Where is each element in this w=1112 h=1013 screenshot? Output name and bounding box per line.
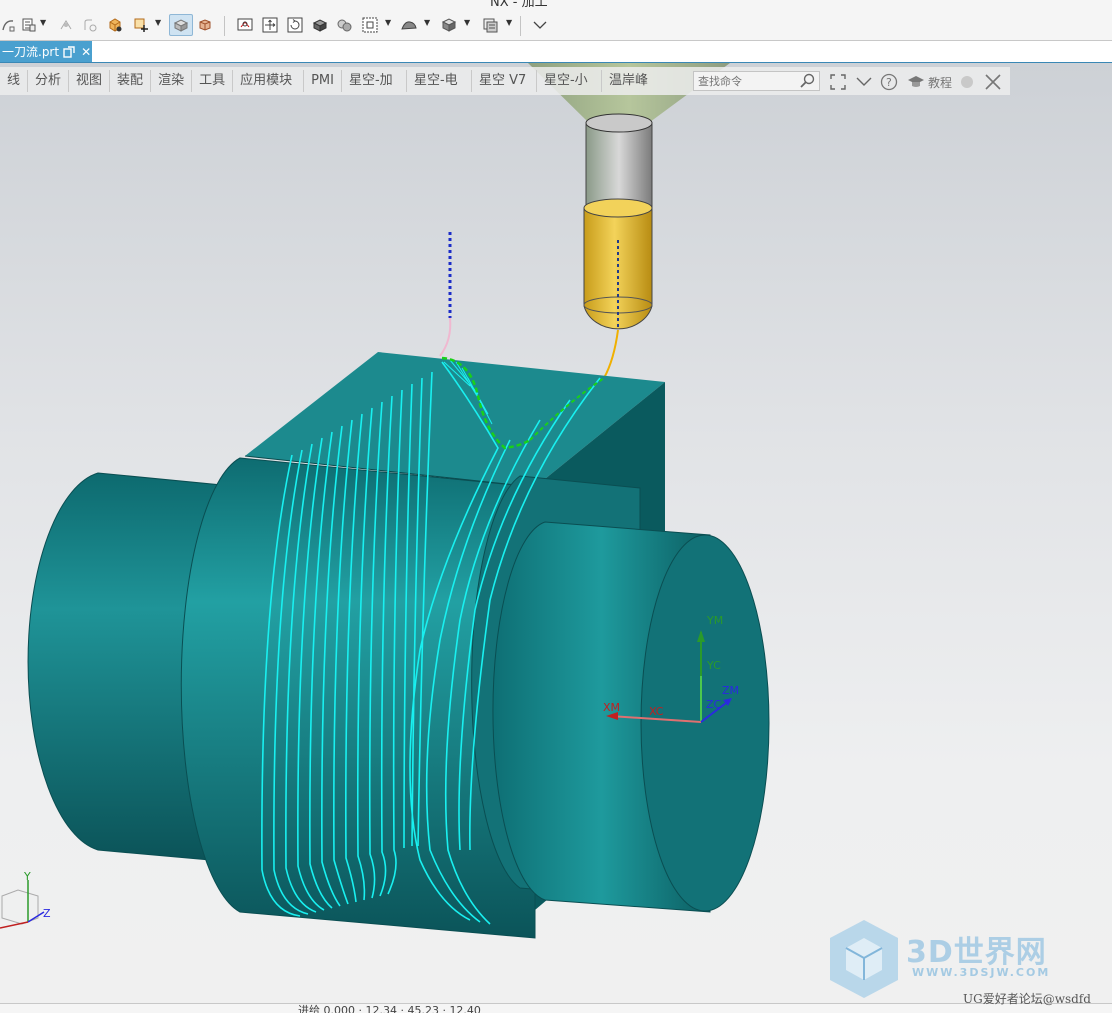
search-icon[interactable] bbox=[800, 73, 816, 89]
watermark-cube-logo bbox=[830, 920, 898, 998]
menu-item-xingkong-v7[interactable]: 星空 V7 bbox=[472, 70, 537, 92]
triad-label-y: Y bbox=[23, 870, 31, 883]
detach-tab-icon[interactable] bbox=[63, 45, 75, 58]
file-tab[interactable]: 一刀流.prt ✕ bbox=[0, 41, 92, 62]
close-tab-icon[interactable]: ✕ bbox=[81, 45, 91, 59]
view-triad bbox=[0, 880, 45, 929]
axis-label-yc: YC bbox=[706, 659, 721, 672]
status-bar: 进给 0.000 · 12.34 · 45.23 · 12.40 bbox=[0, 1003, 1112, 1013]
graphics-viewport[interactable]: YM YC XM XC ZM ZC Y Z 线 分析 视图 装配 渲染 工具 应… bbox=[0, 63, 1112, 1003]
menu-item-application[interactable]: 应用模块 bbox=[233, 70, 305, 92]
status-dot-icon bbox=[961, 76, 973, 88]
zoom-dropdown-icon[interactable]: ▼ bbox=[385, 18, 391, 27]
command-search[interactable] bbox=[693, 71, 820, 91]
curve-icon[interactable] bbox=[0, 14, 16, 36]
zoom-window-icon[interactable] bbox=[359, 14, 381, 36]
shaded-edges-icon[interactable] bbox=[309, 14, 331, 36]
triad-label-z: Z bbox=[43, 907, 51, 920]
move-dropdown-icon[interactable]: ▼ bbox=[155, 18, 161, 27]
menu-item-xingkong-3[interactable]: 星空-小 bbox=[537, 70, 602, 92]
menu-item-render[interactable]: 渲染 bbox=[151, 70, 193, 92]
pan-view-icon[interactable] bbox=[259, 14, 281, 36]
help-label[interactable]: 教程 bbox=[928, 74, 952, 91]
menu-item-xingkong-1[interactable]: 星空-加 bbox=[342, 70, 407, 92]
quick-access-toolbar: ▼ ▼ ▼ ▼ ▼ ▼ bbox=[0, 8, 1112, 41]
axis-label-zc: ZC bbox=[706, 698, 722, 711]
snap-arc-icon[interactable] bbox=[80, 14, 100, 36]
layer-settings-icon[interactable] bbox=[478, 14, 502, 36]
render-style-icon[interactable] bbox=[398, 14, 420, 36]
filter-dropdown-icon[interactable]: ▼ bbox=[40, 18, 46, 27]
title-bar: NX - 加工 bbox=[0, 0, 1112, 8]
search-input[interactable] bbox=[694, 72, 802, 90]
shaded-mode-icon[interactable] bbox=[169, 14, 193, 36]
axis-label-ym: YM bbox=[706, 614, 723, 627]
show-box-icon[interactable] bbox=[104, 14, 126, 36]
model-scene[interactable]: YM YC XM XC ZM ZC Y Z bbox=[0, 63, 1112, 1003]
rotate-view-icon[interactable] bbox=[284, 14, 306, 36]
document-tab-bar: 一刀流.prt ✕ bbox=[0, 41, 1112, 63]
tool-shank bbox=[586, 122, 652, 208]
menu-item-analysis[interactable]: 分析 bbox=[28, 70, 70, 92]
menu-item-wenanfeng[interactable]: 温岸峰 bbox=[602, 70, 655, 92]
orient-dropdown-icon[interactable]: ▼ bbox=[464, 18, 470, 27]
part-right-face bbox=[640, 534, 770, 912]
menu-item-curve[interactable]: 线 bbox=[0, 70, 29, 92]
filter-icon[interactable] bbox=[20, 14, 38, 36]
menu-item-view[interactable]: 视图 bbox=[69, 70, 111, 92]
ribbon-menu-overlay: 线 分析 视图 装配 渲染 工具 应用模块 PMI 星空-加 星空-电 星空 V… bbox=[0, 67, 1010, 95]
hidden-edges-icon[interactable] bbox=[333, 14, 355, 36]
move-object-icon[interactable] bbox=[130, 14, 152, 36]
graduation-cap-icon[interactable] bbox=[907, 75, 925, 89]
close-icon[interactable] bbox=[984, 73, 1002, 91]
toolbar-separator bbox=[224, 16, 225, 36]
watermark-brand: 3D世界网 bbox=[906, 935, 1047, 970]
help-icon[interactable]: ? bbox=[880, 73, 898, 91]
svg-text:?: ? bbox=[886, 76, 892, 89]
status-text: 进给 0.000 · 12.34 · 45.23 · 12.40 bbox=[298, 1004, 481, 1013]
fullscreen-icon[interactable] bbox=[829, 73, 847, 91]
menu-item-tools[interactable]: 工具 bbox=[192, 70, 234, 92]
toolbar-separator bbox=[520, 16, 521, 36]
menu-item-xingkong-2[interactable]: 星空-电 bbox=[407, 70, 472, 92]
layer-dropdown-icon[interactable]: ▼ bbox=[506, 18, 512, 27]
axis-label-zm: ZM bbox=[722, 684, 739, 697]
file-tab-label: 一刀流.prt bbox=[2, 45, 60, 59]
menu-item-pmi[interactable]: PMI bbox=[304, 70, 342, 92]
wireframe-box-icon[interactable] bbox=[195, 14, 215, 36]
chevron-down-icon[interactable] bbox=[855, 73, 873, 91]
view-orient-icon[interactable] bbox=[438, 14, 460, 36]
forum-credit: UG爱好者论坛@wsdfd bbox=[963, 992, 1091, 1006]
watermark-url: WWW.3DSJW.COM bbox=[912, 966, 1051, 979]
menu-item-assembly[interactable]: 装配 bbox=[110, 70, 152, 92]
snap-point-icon[interactable] bbox=[56, 14, 76, 36]
window-title: NX - 加工 bbox=[490, 0, 548, 8]
chevron-down-icon[interactable] bbox=[528, 14, 552, 36]
render-dropdown-icon[interactable]: ▼ bbox=[424, 18, 430, 27]
axis-label-xm: XM bbox=[603, 701, 620, 714]
fit-view-icon[interactable] bbox=[234, 14, 256, 36]
axis-label-xc: XC bbox=[649, 705, 664, 718]
